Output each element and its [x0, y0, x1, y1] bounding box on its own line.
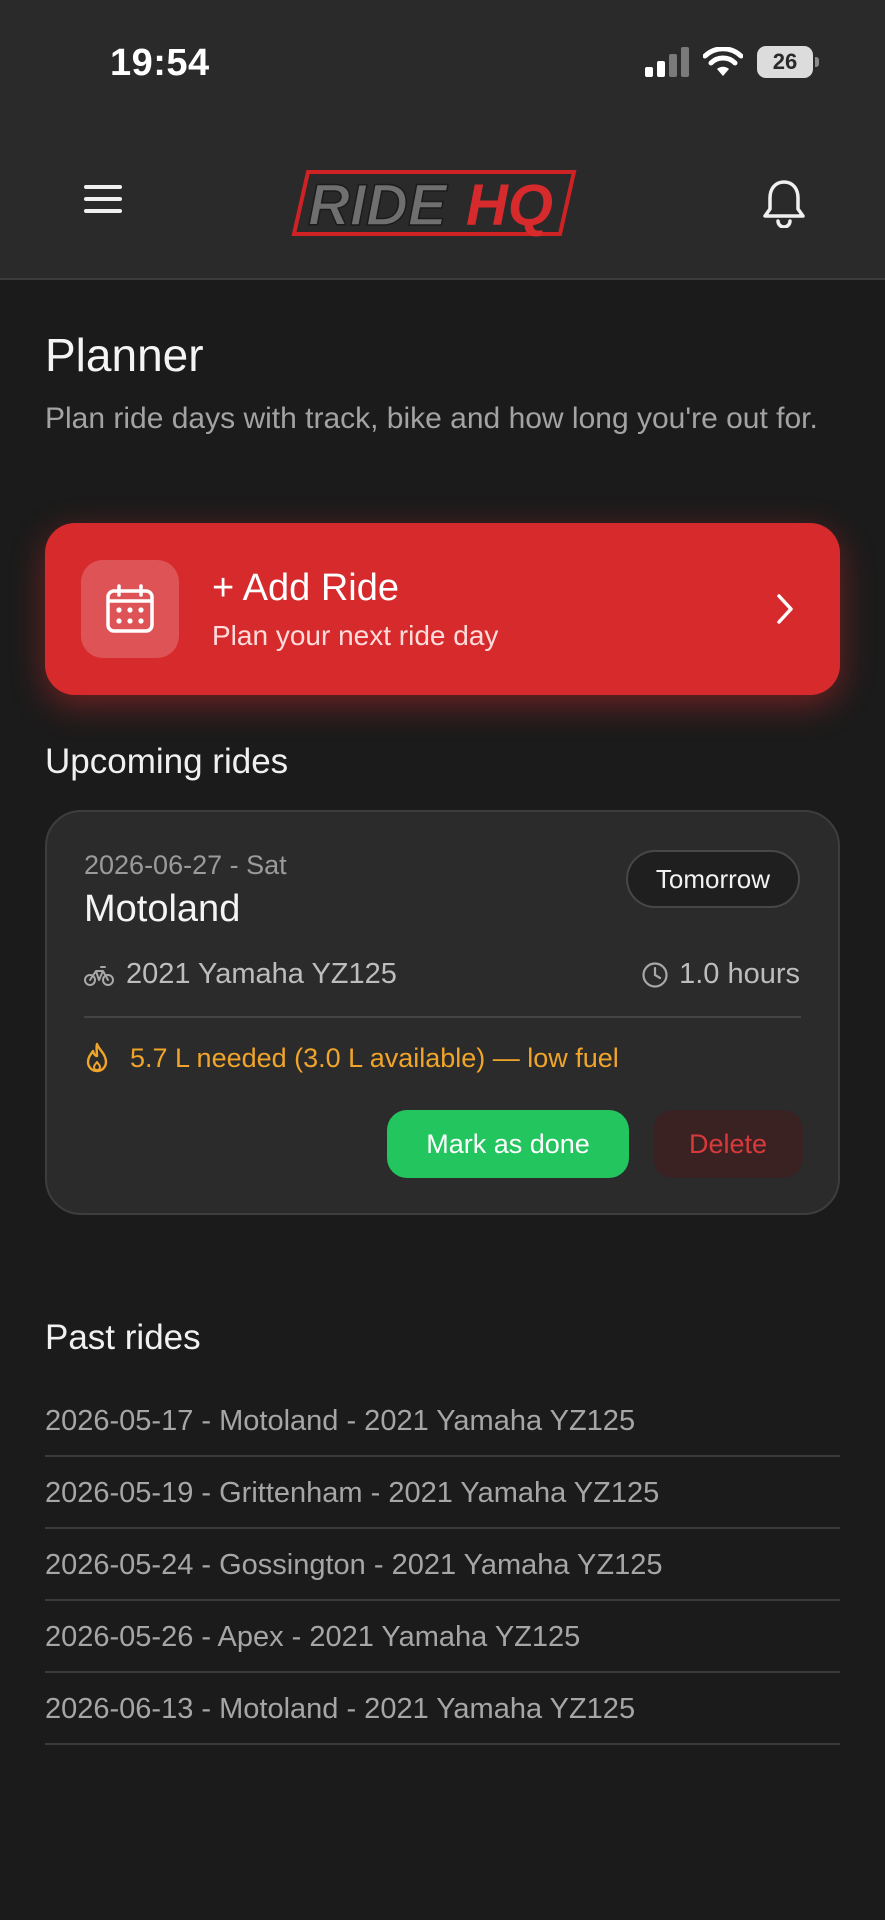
past-ride-item[interactable]: 2026-05-26 - Apex - 2021 Yamaha YZ125 [45, 1601, 840, 1673]
ride-bike-label: 2021 Yamaha YZ125 [126, 958, 397, 990]
logo-text-hq: HQ [466, 173, 553, 238]
past-ride-item[interactable]: 2026-05-24 - Gossington - 2021 Yamaha YZ… [45, 1529, 840, 1601]
fuel-warning-text: 5.7 L needed (3.0 L available) — low fue… [130, 1042, 619, 1073]
signal-icon [645, 47, 689, 77]
mark-as-done-button[interactable]: Mark as done [387, 1110, 629, 1178]
ride-divider [84, 1016, 801, 1018]
past-ride-item[interactable]: 2026-05-17 - Motoland - 2021 Yamaha YZ12… [45, 1385, 840, 1457]
ride-duration: 1.0 hours [641, 958, 800, 991]
ride-track: Motoland [84, 888, 241, 930]
wifi-icon [703, 47, 743, 77]
add-ride-button[interactable]: + Add Ride Plan your next ride day [45, 523, 840, 695]
page-subtitle: Plan ride days with track, bike and how … [45, 402, 818, 435]
ride-status-badge: Tomorrow [625, 850, 800, 908]
past-ride-item[interactable]: 2026-05-19 - Grittenham - 2021 Yamaha YZ… [45, 1457, 840, 1529]
app-header: RIDE HQ [0, 130, 885, 280]
calendar-icon-box [81, 560, 179, 658]
delete-ride-button[interactable]: Delete [653, 1110, 803, 1178]
add-ride-title: + Add Ride [212, 567, 399, 609]
add-ride-subtitle: Plan your next ride day [212, 620, 499, 651]
page-title: Planner [45, 329, 204, 381]
battery-icon: 26 [757, 46, 819, 78]
past-rides-list: 2026-05-17 - Motoland - 2021 Yamaha YZ12… [45, 1385, 840, 1745]
calendar-icon [106, 584, 154, 633]
status-icons: 26 [645, 46, 819, 78]
logo-text-ride: RIDE [308, 173, 449, 238]
fuel-flame-icon [86, 1042, 108, 1073]
battery-level: 26 [772, 49, 798, 74]
ridehq-logo: RIDE HQ [290, 168, 590, 240]
ride-date: 2026-06-27 - Sat [84, 850, 287, 880]
bell-icon [763, 180, 805, 228]
clock-icon [642, 961, 668, 988]
status-time: 19:54 [110, 42, 210, 84]
bike-icon [84, 965, 114, 986]
upcoming-rides-heading: Upcoming rides [45, 742, 289, 781]
ride-card: 2026-06-27 - Sat Motoland Tomorrow 2021 … [45, 810, 840, 1215]
notifications-button[interactable] [762, 178, 812, 230]
menu-icon [78, 185, 128, 213]
fuel-warning: 5.7 L needed (3.0 L available) — low fue… [84, 1042, 619, 1074]
ride-duration-label: 1.0 hours [679, 958, 800, 990]
past-rides-heading: Past rides [45, 1318, 201, 1357]
chevron-right-icon [777, 594, 793, 624]
menu-button[interactable] [78, 180, 128, 224]
ride-bike: 2021 Yamaha YZ125 [84, 958, 397, 991]
past-ride-item[interactable]: 2026-06-13 - Motoland - 2021 Yamaha YZ12… [45, 1673, 840, 1745]
status-bar: 19:54 26 [0, 0, 885, 130]
